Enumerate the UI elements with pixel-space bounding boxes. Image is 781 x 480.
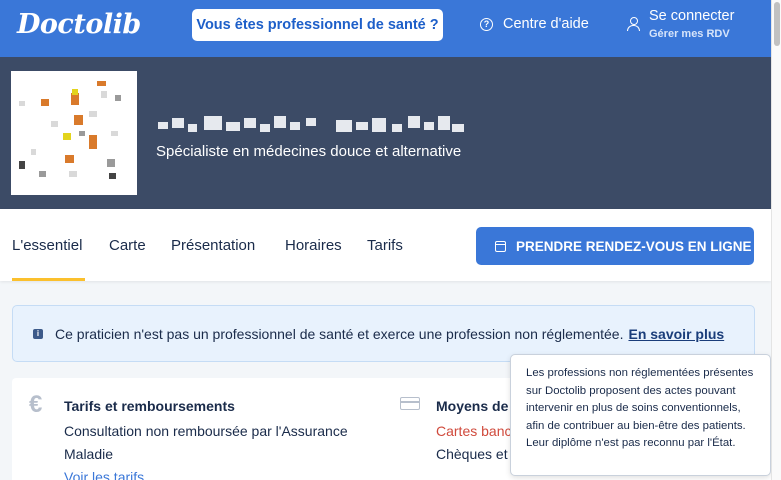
banner-text: Ce praticien n'est pas un professionnel …	[55, 325, 624, 342]
tab-tarifs[interactable]: Tarifs	[367, 237, 403, 254]
payment-title: Moyens de p	[436, 398, 521, 414]
practitioner-avatar-blurred	[11, 71, 137, 195]
book-appointment-label: PRENDRE RENDEZ-VOUS EN LIGNE	[516, 238, 752, 254]
pro-space-button[interactable]: Vous êtes professionnel de santé ?	[192, 9, 443, 41]
learn-more-link[interactable]: En savoir plus	[628, 326, 724, 342]
practitioner-specialty: Spécialiste en médecines douce et altern…	[156, 143, 462, 160]
scrollbar-thumb[interactable]	[774, 2, 780, 46]
doctolib-logo[interactable]: Doctolib	[17, 9, 141, 40]
practitioner-name-blurred	[158, 116, 464, 132]
help-center-label: Centre d'aide	[503, 16, 589, 32]
user-icon	[626, 17, 640, 31]
payment-cards: Cartes banc	[436, 423, 512, 439]
page-scrollbar[interactable]	[771, 0, 781, 480]
euro-icon: €	[29, 391, 43, 418]
help-circle-icon: ?	[480, 17, 493, 31]
payment-cheques: Chèques et e	[436, 446, 520, 462]
practitioner-header: Spécialiste en médecines douce et altern…	[0, 57, 771, 209]
fees-line-2: Maladie	[64, 446, 114, 462]
info-icon: i	[33, 328, 43, 339]
fees-title: Tarifs et remboursements	[64, 398, 235, 414]
see-fees-link[interactable]: Voir les tarifs	[64, 469, 144, 480]
help-center-link[interactable]: ? Centre d'aide	[480, 16, 589, 32]
tab-carte[interactable]: Carte	[109, 237, 146, 254]
credit-card-icon	[400, 397, 420, 410]
fees-line-1: Consultation non remboursée par l'Assura…	[64, 423, 348, 439]
calendar-icon	[495, 240, 506, 252]
profile-tabs: L'essentiel Carte Présentation Horaires …	[0, 209, 771, 281]
login-label: Se connecter	[649, 8, 735, 24]
tab-essentiel[interactable]: L'essentiel	[12, 237, 82, 254]
tab-horaires[interactable]: Horaires	[285, 237, 342, 254]
book-appointment-button[interactable]: PRENDRE RENDEZ-VOUS EN LIGNE	[476, 227, 754, 265]
learn-more-tooltip: Les professions non réglementées présent…	[510, 354, 771, 476]
manage-appointments-label: Gérer mes RDV	[649, 28, 730, 40]
active-tab-indicator	[12, 278, 85, 281]
top-header: Doctolib Vous êtes professionnel de sant…	[0, 0, 771, 57]
tab-presentation[interactable]: Présentation	[171, 237, 255, 254]
page: Doctolib Vous êtes professionnel de sant…	[0, 0, 781, 480]
